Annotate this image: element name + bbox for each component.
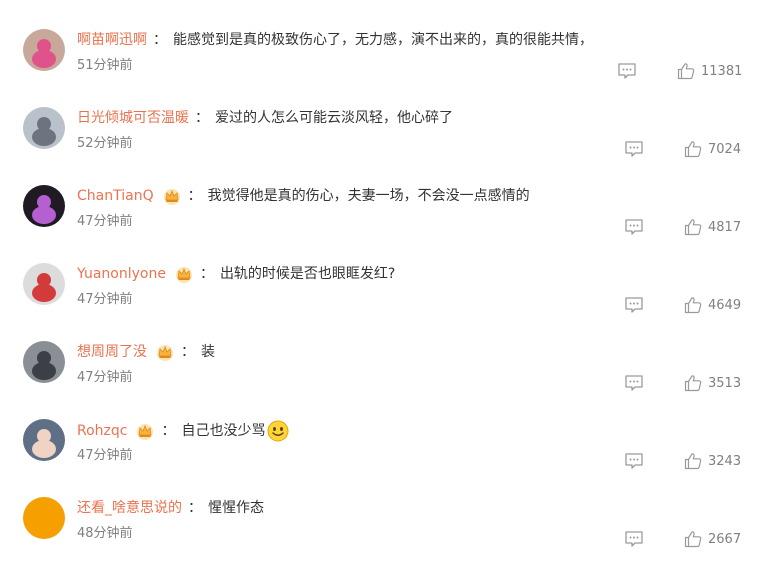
like-count: 7024 [708,141,742,157]
comment-time: 47分钟前 [77,214,133,229]
comment-text: 装 [201,344,215,360]
like-count: 2667 [708,531,742,547]
avatar-image [23,419,65,461]
like-count: 3513 [708,375,742,391]
username-link[interactable]: 啊苗啊迅啊 [77,30,147,50]
smile-emoji-icon [267,420,289,442]
like-count: 3243 [708,453,742,469]
avatar-image [23,263,65,305]
username-link[interactable]: ChanTianQ [77,186,154,206]
like-button[interactable]: 2667 [684,529,741,549]
separator-colon: ： [181,344,195,360]
comment-list: 啊苗啊迅啊 ： 能感觉到是真的极致伤心了，无力感，演不出来的，真的很能共情， 5… [0,0,761,567]
comment-item: Yuanonlyone ： 出轨的时候是否也眼眶发红? 47分钟前 4649 [0,234,761,314]
avatar[interactable] [23,419,65,461]
avatar-image [23,341,65,383]
like-count: 4817 [708,219,742,235]
comment-item: ChanTianQ ： 我觉得他是真的伤心，夫妻一场，不会没一点感情的 47分钟… [0,156,761,236]
comment-time: 47分钟前 [77,448,133,463]
comment-item: 日光倾城可否温暖 ： 爱过的人怎么可能云淡风轻，他心碎了 52分钟前 7024 [0,78,761,158]
comment-line: Rohzqc ： 自己也没少骂 [77,420,289,442]
comment-line: Yuanonlyone ： 出轨的时候是否也眼眶发红? [77,264,395,284]
vip-crown-icon [135,422,155,440]
vip-crown-icon [155,343,175,361]
comment-item: 还看_啥意思说的 ： 惺惺作态 48分钟前 2667 [0,468,761,549]
separator-colon: ： [199,266,214,282]
vip-crown-icon [162,187,182,205]
comment-text: 我觉得他是真的伤心，夫妻一场，不会没一点感情的 [207,188,530,204]
vip-crown-icon [174,265,194,283]
username-link[interactable]: 日光倾城可否温暖 [77,108,189,128]
comment-line: ChanTianQ ： 我觉得他是真的伤心，夫妻一场，不会没一点感情的 [77,186,530,206]
avatar[interactable] [23,185,65,227]
comment-text: 爱过的人怎么可能云淡风轻，他心碎了 [215,110,453,126]
separator-colon: ： [153,32,167,48]
username-link[interactable]: Yuanonlyone [77,264,166,284]
avatar-image [23,107,65,149]
comment-text: 自己也没少骂 [181,423,266,439]
avatar-image [23,29,65,71]
comment-item: 想周周了没 ： 装 47分钟前 3513 [0,312,761,392]
comment-line: 还看_啥意思说的 ： 惺惺作态 [77,498,264,518]
username-link[interactable]: 想周周了没 [77,342,147,362]
comment-time: 47分钟前 [77,292,133,307]
avatar-image [23,497,65,539]
comment-line: 日光倾城可否温暖 ： 爱过的人怎么可能云淡风轻，他心碎了 [77,108,453,128]
like-count: 11381 [701,63,743,79]
username-link[interactable]: Rohzqc [77,421,127,441]
separator-colon: ： [161,423,176,439]
comment-text: 出轨的时候是否也眼眶发红? [219,266,396,282]
comment-text: 能感觉到是真的极致伤心了，无力感，演不出来的，真的很能共情， [173,32,593,48]
avatar[interactable] [23,107,65,149]
comment-icon [625,531,643,547]
comment-time: 51分钟前 [77,58,133,73]
avatar[interactable] [23,29,65,71]
separator-colon: ： [188,500,202,516]
comment-time: 48分钟前 [77,526,133,541]
comment-line: 啊苗啊迅啊 ： 能感觉到是真的极致伤心了，无力感，演不出来的，真的很能共情， [77,30,593,50]
separator-colon: ： [187,188,202,204]
reply-button[interactable] [624,530,644,548]
comment-line: 想周周了没 ： 装 [77,342,215,362]
avatar[interactable] [23,263,65,305]
like-count: 4649 [708,297,742,313]
comment-time: 47分钟前 [77,370,133,385]
comment-text: 惺惺作态 [208,500,264,516]
comment-time: 52分钟前 [77,136,133,151]
avatar-image [23,185,65,227]
comment-item: Rohzqc ： 自己也没少骂 47分钟前 3243 [0,390,761,470]
thumbs-up-icon [684,531,702,548]
separator-colon: ： [195,110,209,126]
avatar[interactable] [23,497,65,539]
comment-item: 啊苗啊迅啊 ： 能感觉到是真的极致伤心了，无力感，演不出来的，真的很能共情， 5… [0,0,761,80]
avatar[interactable] [23,341,65,383]
username-link[interactable]: 还看_啥意思说的 [77,498,182,518]
